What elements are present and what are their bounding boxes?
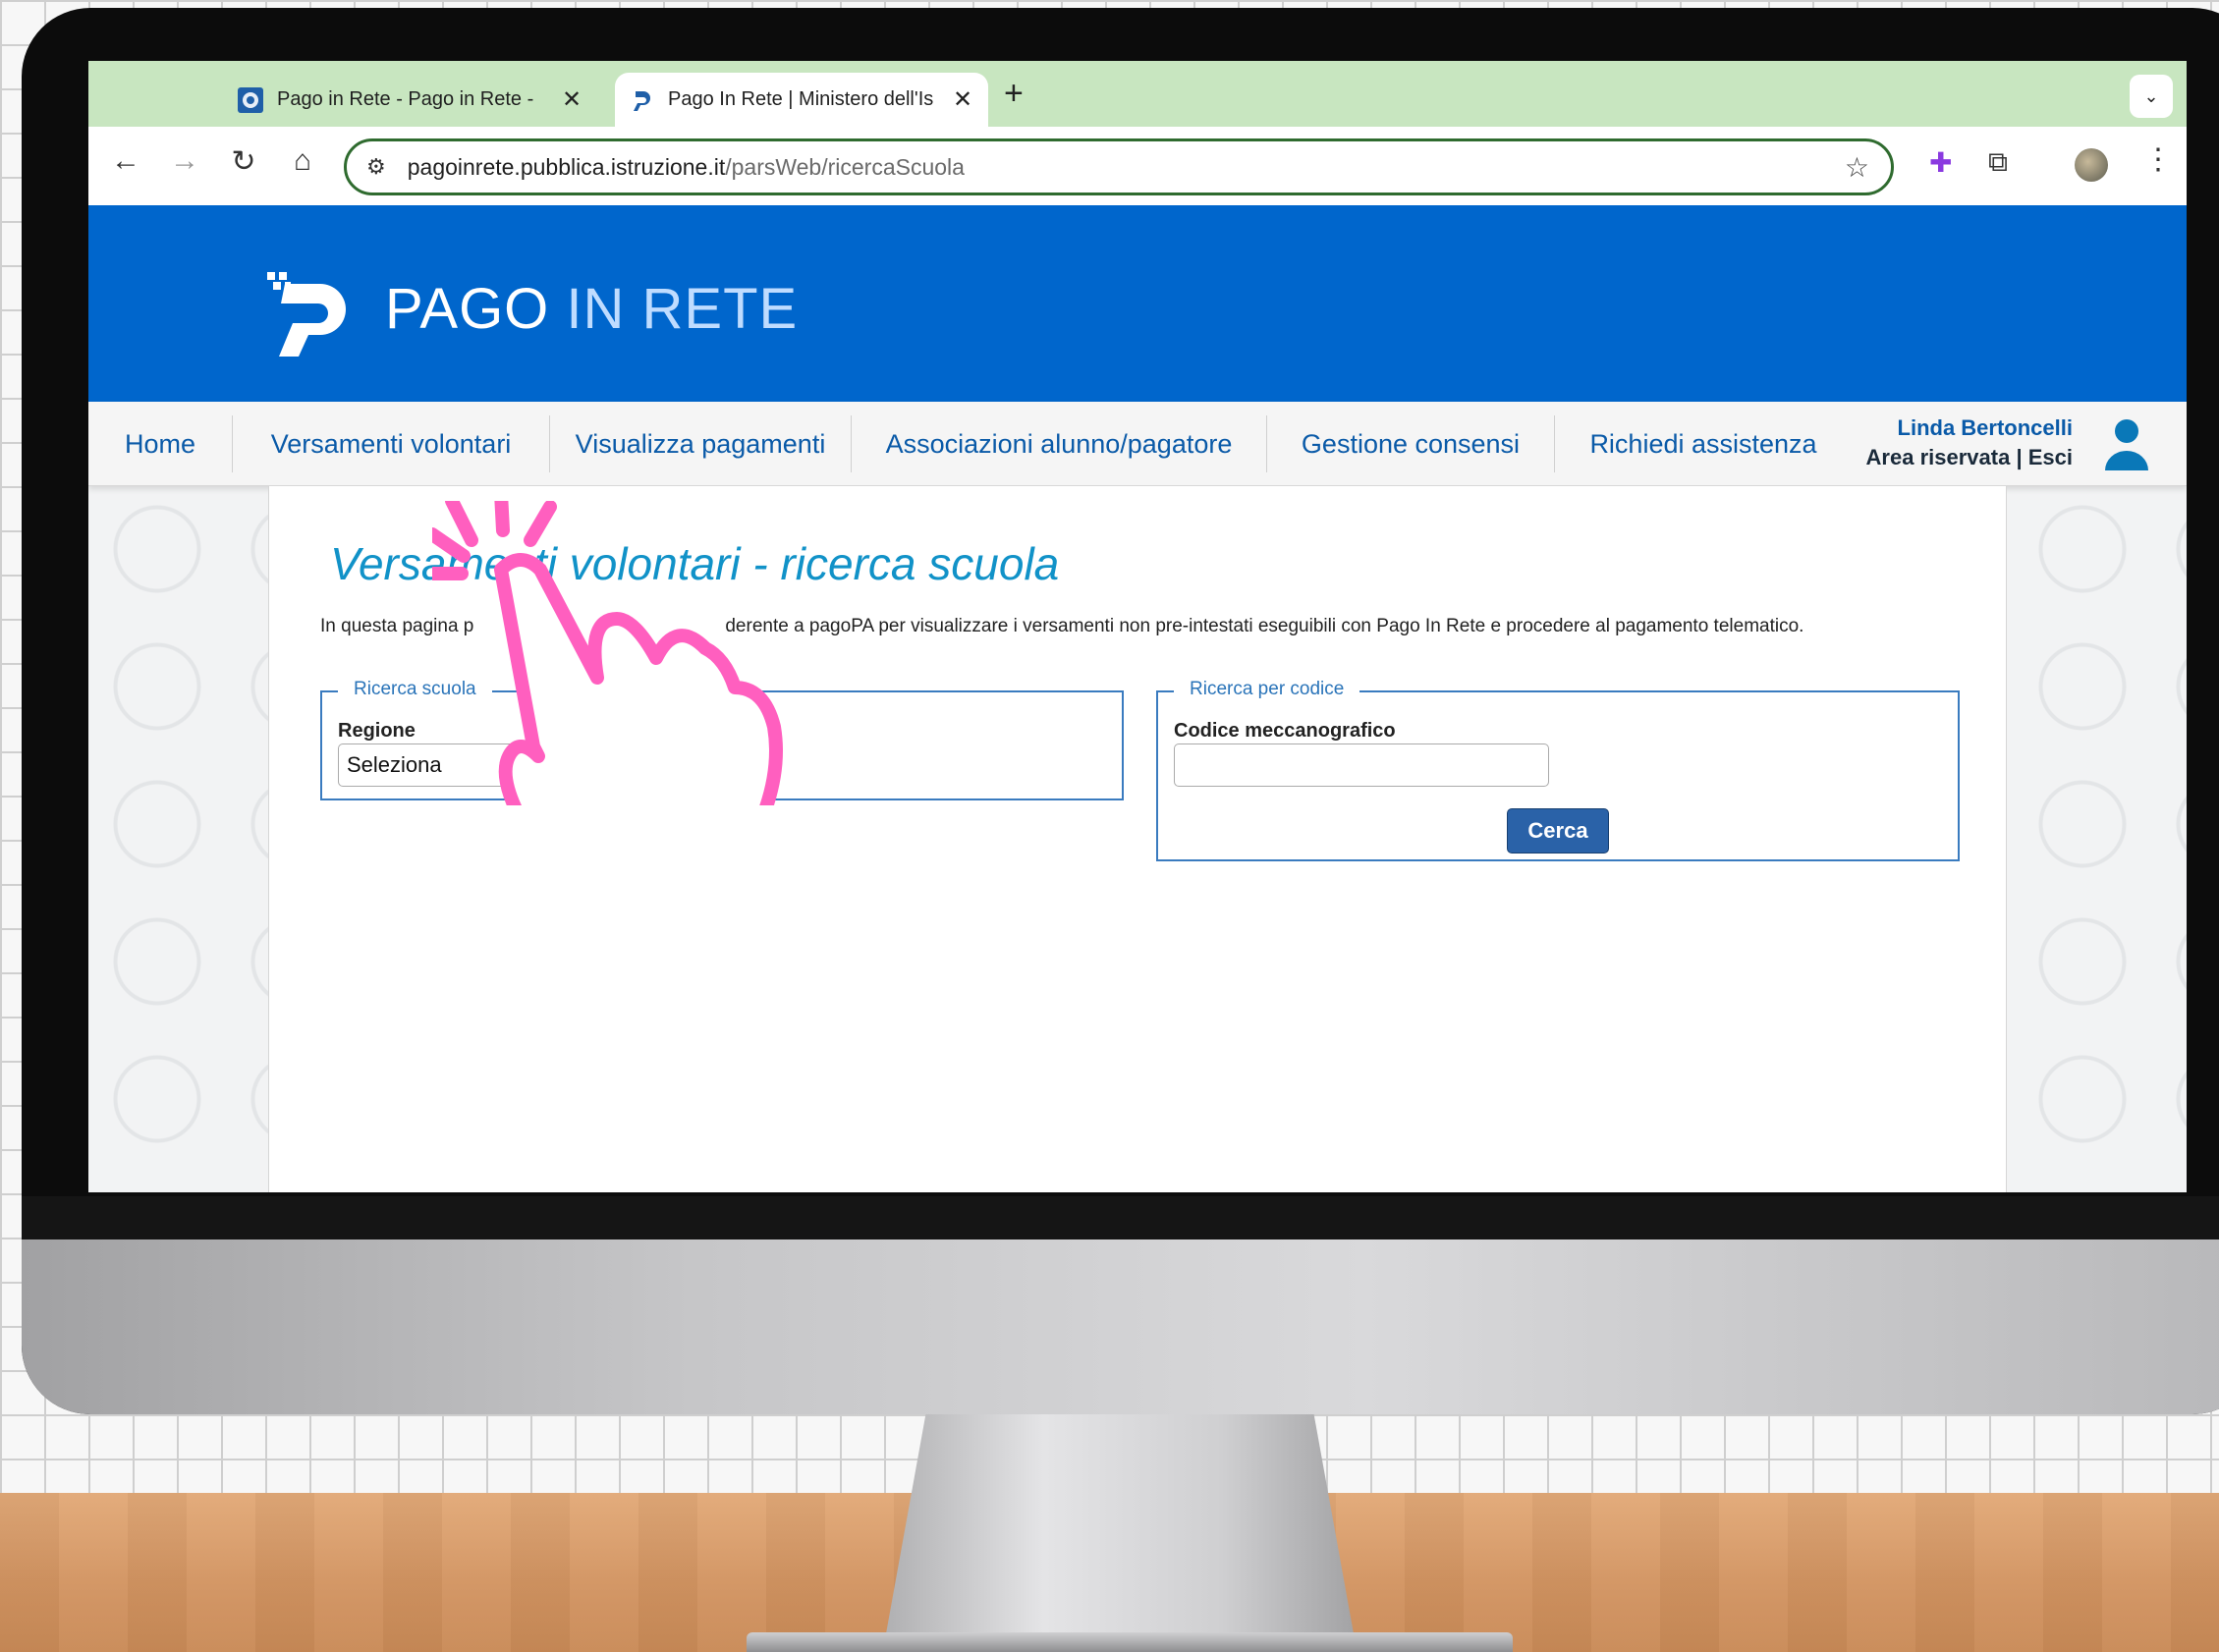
brand-part2: IN RETE xyxy=(566,277,799,341)
tap-hand-icon xyxy=(432,501,783,805)
url-path: /parsWeb/ricercaScuola xyxy=(725,153,965,180)
site-info-icon[interactable]: ⚙ xyxy=(366,154,386,180)
code-label: Codice meccanografico xyxy=(1174,720,1396,742)
reload-icon[interactable]: ↻ xyxy=(224,144,263,179)
close-icon[interactable]: ✕ xyxy=(560,85,583,114)
code-input[interactable] xyxy=(1174,743,1549,787)
pago-in-rete-logo xyxy=(267,272,346,357)
region-select-value: Seleziona xyxy=(347,752,442,777)
search-code-legend: Ricerca per codice xyxy=(1174,679,1360,700)
monitor-bezel-bottom xyxy=(22,1196,2219,1239)
tab-title: Pago in Rete - Pago in Rete - xyxy=(277,88,534,110)
nav-item-versamenti-volontari[interactable]: Versamenti volontari xyxy=(233,402,549,486)
bookmark-star-icon[interactable]: ☆ xyxy=(1845,151,1869,184)
user-icon[interactable] xyxy=(2102,417,2151,470)
user-name[interactable]: Linda Bertoncelli xyxy=(1866,413,2073,443)
user-area-links: Area riservata | Esci xyxy=(1866,443,2073,472)
puzzle-extensions-icon[interactable]: ⧉ xyxy=(1988,146,2008,179)
separator: | xyxy=(2016,445,2023,469)
screen: Pago in Rete - Pago in Rete - ✕ Pago In … xyxy=(88,61,2187,1192)
pago-in-rete-favicon-icon xyxy=(634,90,650,111)
nav-item-associazioni[interactable]: Associazioni alunno/pagatore xyxy=(852,402,1266,486)
brand-title: PAGO IN RETE xyxy=(385,276,798,342)
nav-item-richiedi-assistenza[interactable]: Richiedi assistenza xyxy=(1555,402,1852,486)
main-navigation: Home Versamenti volontari Visualizza pag… xyxy=(88,402,2187,486)
intro-end: derente a pagoPA per visualizzare i vers… xyxy=(725,616,1804,636)
brand-part1: PAGO xyxy=(385,277,550,341)
home-icon[interactable]: ⌂ xyxy=(283,144,322,178)
profile-avatar[interactable] xyxy=(2075,148,2108,182)
nav-item-gestione-consensi[interactable]: Gestione consensi xyxy=(1267,402,1554,486)
tab-strip: Pago in Rete - Pago in Rete - ✕ Pago In … xyxy=(88,61,2187,127)
monitor-stand xyxy=(884,1414,1356,1640)
monitor-stand-base xyxy=(747,1632,1513,1652)
forward-icon[interactable]: → xyxy=(165,144,204,178)
browser-toolbar: ← → ↻ ⌂ ⚙ pagoinrete.pubblica.istruzione… xyxy=(88,127,2187,205)
tab-ministero[interactable]: Pago In Rete | Ministero dell'Is ✕ xyxy=(615,73,988,127)
region-label: Regione xyxy=(338,720,416,742)
nav-item-home[interactable]: Home xyxy=(88,402,232,486)
user-box: Linda Bertoncelli Area riservata | Esci xyxy=(1866,413,2073,472)
site-banner: PAGO IN RETE xyxy=(88,205,2187,402)
logout-link[interactable]: Esci xyxy=(2028,445,2073,469)
url-host: pagoinrete.pubblica.istruzione.it xyxy=(407,153,726,180)
tab-title: Pago In Rete | Ministero dell'Is xyxy=(668,88,934,110)
search-button[interactable]: Cerca xyxy=(1507,808,1609,854)
tab-search-button[interactable]: ⌄ xyxy=(2130,75,2173,118)
monitor-chin xyxy=(22,1239,2219,1414)
ministry-emblem-icon xyxy=(238,86,263,113)
close-icon[interactable]: ✕ xyxy=(951,85,974,114)
search-code-fieldset: Ricerca per codice Codice meccanografico… xyxy=(1156,679,1960,861)
new-tab-button[interactable]: + xyxy=(1004,75,1024,113)
address-bar[interactable]: ⚙ pagoinrete.pubblica.istruzione.it/pars… xyxy=(344,138,1894,195)
tab-pago-in-rete[interactable]: Pago in Rete - Pago in Rete - ✕ xyxy=(224,73,597,127)
extension-icon[interactable]: ✚ xyxy=(1929,146,1952,179)
browser-menu-icon[interactable]: ⋮ xyxy=(2143,142,2173,177)
nav-item-visualizza-pagamenti[interactable]: Visualizza pagamenti xyxy=(550,402,851,486)
back-icon[interactable]: ← xyxy=(106,144,145,178)
area-riservata-link[interactable]: Area riservata xyxy=(1866,445,2011,469)
